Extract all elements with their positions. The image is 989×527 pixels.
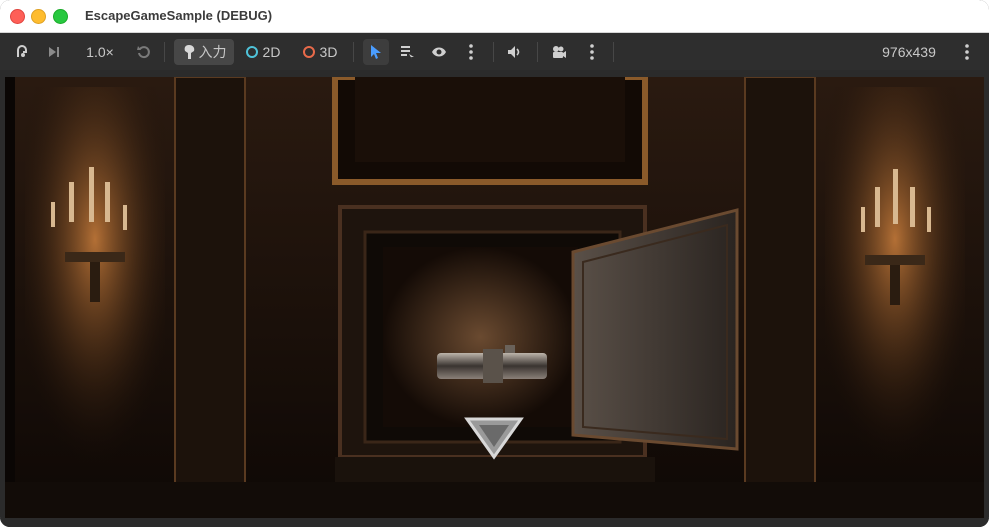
more-options-button[interactable] [462, 39, 480, 65]
eye-icon [432, 47, 446, 57]
left-pillar [174, 77, 246, 518]
window-options-button[interactable] [958, 39, 976, 65]
separator [493, 42, 494, 62]
camera-options-button[interactable] [583, 39, 601, 65]
reset-button[interactable] [133, 39, 155, 65]
mode-2d-label: 2D [262, 44, 281, 60]
visibility-button[interactable] [428, 39, 450, 65]
step-icon [49, 47, 59, 57]
title-bar: EscapeGameSample (DEBUG) [0, 0, 989, 33]
game-viewport[interactable] [5, 77, 984, 518]
select-arrow-icon [371, 45, 381, 59]
zoom-window-button[interactable] [53, 9, 68, 24]
circle-3d-icon [302, 46, 315, 58]
mode-3d-button[interactable]: 3D [299, 39, 341, 65]
app-window: EscapeGameSample (DEBUG) 1.0× 入力 2D 3D 9… [0, 0, 989, 527]
mode-3d-label: 3D [319, 44, 338, 60]
more-icon [590, 44, 594, 60]
volume-button[interactable] [504, 39, 526, 65]
volume-icon [508, 46, 520, 58]
window-title: EscapeGameSample (DEBUG) [85, 8, 273, 23]
camera-button[interactable] [548, 39, 570, 65]
more-icon [469, 44, 473, 60]
speed-button[interactable]: 1.0× [78, 39, 122, 65]
mode-2d-button[interactable]: 2D [243, 39, 283, 65]
toolbar: 1.0× 入力 2D 3D 976x439 [0, 33, 989, 70]
safe-interior [383, 247, 578, 427]
minimize-window-button[interactable] [31, 9, 46, 24]
list-button[interactable] [396, 39, 418, 65]
separator [164, 42, 165, 62]
debug-toggle-button[interactable] [12, 39, 34, 65]
input-toggle-button[interactable]: 入力 [174, 39, 234, 65]
resolution-label: 976x439 [882, 44, 936, 60]
separator [613, 42, 614, 62]
right-pillar [744, 77, 816, 518]
camera-icon [553, 46, 566, 58]
list-icon [401, 46, 414, 59]
more-icon [965, 44, 969, 60]
circle-2d-icon [245, 46, 258, 58]
game-scene [5, 77, 984, 518]
separator [537, 42, 538, 62]
window-bottom-edge [0, 518, 989, 527]
debug-icon [17, 45, 27, 57]
safe-door[interactable] [571, 208, 739, 451]
input-label: 入力 [198, 44, 227, 60]
select-mode-button[interactable] [363, 39, 389, 65]
separator [353, 42, 354, 62]
input-icon [184, 45, 194, 59]
reset-icon [137, 46, 150, 59]
close-window-button[interactable] [10, 9, 25, 24]
step-frame-button[interactable] [43, 39, 65, 65]
